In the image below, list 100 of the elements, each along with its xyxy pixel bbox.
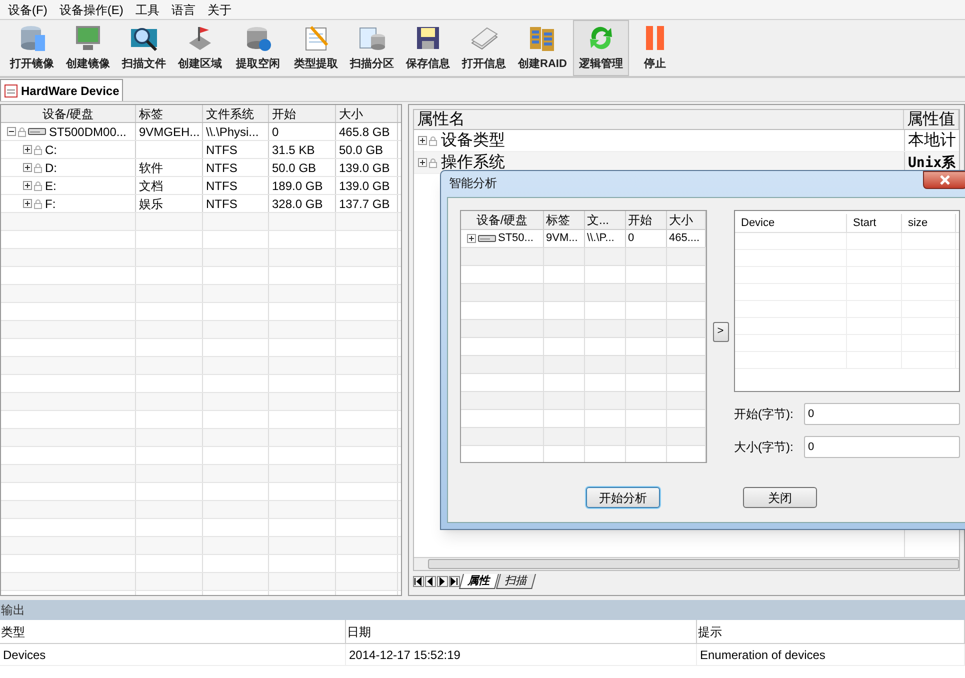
table-cell: 31.5 KB (269, 141, 336, 158)
lock-icon (34, 162, 42, 172)
nav-arrow-icon[interactable] (437, 576, 448, 586)
column-header[interactable]: 开始 (269, 105, 336, 122)
tab-label: HardWare Device (21, 82, 120, 100)
lock-icon (34, 198, 42, 208)
property-value: Unix系 (907, 154, 957, 173)
expand-icon[interactable] (23, 199, 32, 208)
toolbar-button[interactable]: 创建RAID (512, 20, 573, 76)
toolbar-button[interactable]: 创建区域 (172, 20, 228, 76)
field-label: 开始(字节): (734, 406, 794, 423)
toolbar-button[interactable]: 停止 (628, 20, 681, 76)
lock-icon (18, 126, 26, 136)
menu-item[interactable]: 设备操作(E) (55, 0, 128, 18)
column-header[interactable]: 文件系统 (203, 105, 269, 122)
table-cell: 0 (269, 123, 336, 140)
document-tab[interactable]: HardWare Device (0, 79, 124, 101)
tree-item-label[interactable]: D: (45, 158, 57, 176)
toolbar-button[interactable]: 创建镜像 (60, 20, 116, 76)
menu-item[interactable]: 设备(F) (4, 0, 52, 18)
dialog-button[interactable]: 开始分析 (586, 487, 660, 508)
expand-icon[interactable] (418, 158, 427, 167)
input-field[interactable]: 0 (804, 403, 960, 425)
column-header[interactable]: 设备/硬盘 (461, 211, 544, 229)
property-value: 本地计 (907, 130, 957, 151)
column-header[interactable]: 开始 (626, 211, 667, 229)
toolbar-button[interactable]: 类型提取 (288, 20, 344, 76)
property-name: 设备类型 (441, 130, 505, 150)
menu-item[interactable]: 工具 (131, 0, 164, 18)
column-header[interactable]: 提示 (697, 620, 965, 643)
lock-icon (429, 136, 437, 146)
column-header[interactable]: 属性值 (904, 110, 959, 129)
collapse-icon[interactable] (7, 127, 16, 136)
column-header[interactable]: 设备/硬盘 (1, 105, 136, 122)
table-cell: Devices (0, 644, 346, 665)
table-cell: 328.0 GB (269, 195, 336, 212)
dialog-button[interactable]: 关闭 (743, 487, 817, 508)
tree-item-label[interactable]: ST500DM00... (49, 122, 126, 140)
toolbar-button[interactable]: 逻辑管理 (572, 20, 629, 76)
column-header[interactable]: Start (847, 214, 902, 232)
expand-icon[interactable] (23, 145, 32, 154)
toolbar-button[interactable]: 扫描文件 (116, 20, 172, 76)
panel-title: 输出 (0, 600, 965, 620)
sheet-tab[interactable]: 扫描 (496, 574, 536, 588)
table-cell: 137.7 GB (336, 195, 398, 212)
table-cell: NTFS (203, 159, 269, 176)
table-cell: NTFS (203, 177, 269, 194)
menu-item[interactable]: 语言 (167, 0, 200, 18)
lock-icon (34, 180, 42, 190)
expand-icon[interactable] (467, 234, 476, 243)
close-icon (939, 175, 951, 185)
document-icon (4, 84, 18, 98)
table-cell: 465.8 GB (336, 123, 398, 140)
drive-icon (478, 234, 496, 243)
column-header[interactable]: 日期 (346, 620, 697, 643)
add-button[interactable]: > (712, 322, 728, 342)
toolbar-button[interactable]: 扫描分区 (344, 20, 400, 76)
column-header[interactable]: 大小 (667, 211, 706, 229)
drive-icon (28, 127, 46, 136)
property-name: 操作系统 (441, 152, 505, 172)
toolbar-button[interactable]: 保存信息 (400, 20, 456, 76)
expand-icon[interactable] (23, 181, 32, 190)
nav-arrow-icon[interactable] (449, 576, 460, 586)
column-header[interactable]: size (902, 214, 956, 232)
sheet-tab[interactable]: 属性 (459, 574, 499, 588)
input-field[interactable]: 0 (804, 436, 960, 458)
table-cell: NTFS (203, 141, 269, 158)
table-cell: 465.... (667, 230, 706, 247)
toolbar-button[interactable]: 打开信息 (456, 20, 512, 76)
table-cell: 50.0 GB (336, 141, 398, 158)
column-header[interactable]: 大小 (336, 105, 398, 122)
nav-arrow-icon[interactable] (413, 576, 424, 586)
tree-item-label[interactable]: F: (45, 194, 56, 212)
field-label: 大小(字节): (734, 439, 794, 456)
column-header[interactable]: 文... (585, 211, 626, 229)
table-cell: 139.0 GB (336, 177, 398, 194)
expand-icon[interactable] (23, 163, 32, 172)
column-header[interactable]: 属性名 (414, 110, 904, 129)
tree-item-label[interactable]: E: (45, 176, 56, 194)
table-cell: \\.\P... (585, 230, 626, 247)
table-cell: 0 (626, 230, 667, 247)
tree-item-label[interactable]: ST50... (498, 230, 534, 247)
table-cell: 9VMGEH... (136, 123, 203, 140)
expand-icon[interactable] (418, 136, 427, 145)
column-header[interactable]: Device (735, 214, 847, 232)
table-cell: 139.0 GB (336, 159, 398, 176)
table-cell: 文档 (136, 177, 203, 194)
horizontal-scrollbar[interactable] (414, 557, 959, 570)
menu-item[interactable]: 关于 (203, 0, 236, 18)
column-header[interactable]: 类型 (0, 620, 346, 643)
toolbar-button[interactable]: 打开镜像 (4, 20, 60, 76)
table-cell: 2014-12-17 15:52:19 (346, 644, 697, 665)
column-header[interactable]: 标签 (544, 211, 585, 229)
close-button[interactable] (923, 171, 965, 189)
column-header[interactable]: 标签 (136, 105, 203, 122)
dialog-title: 智能分析 (449, 175, 497, 192)
lock-icon (34, 144, 42, 154)
tree-item-label[interactable]: C: (45, 140, 57, 158)
table-cell: 50.0 GB (269, 159, 336, 176)
toolbar-button[interactable]: 提取空闲 (228, 20, 288, 76)
